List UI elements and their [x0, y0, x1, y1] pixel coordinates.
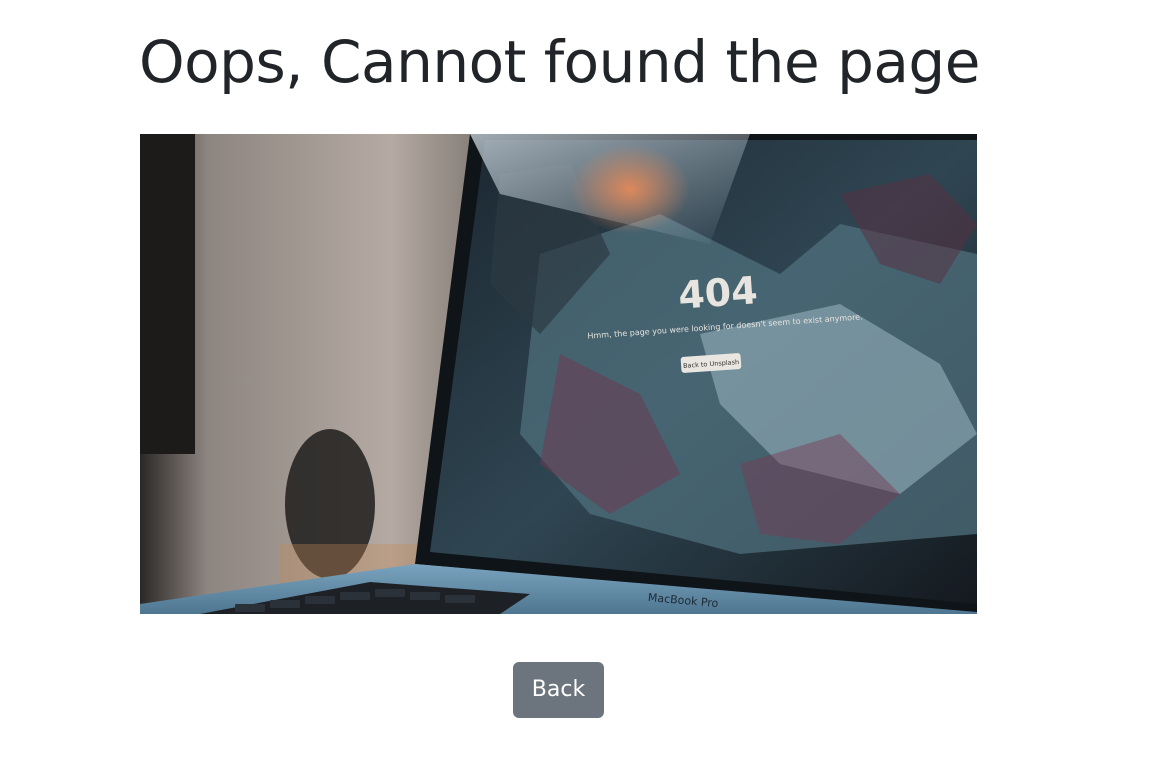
- page-title: Oops, Cannot found the page: [139, 28, 980, 96]
- error-illustration-image: 404 Hmm, the page you were looking for d…: [140, 134, 977, 614]
- error-page: Oops, Cannot found the page 404 Hmm, the…: [0, 0, 1173, 761]
- screen-404-text: 404: [677, 268, 759, 317]
- back-button[interactable]: Back: [513, 662, 604, 718]
